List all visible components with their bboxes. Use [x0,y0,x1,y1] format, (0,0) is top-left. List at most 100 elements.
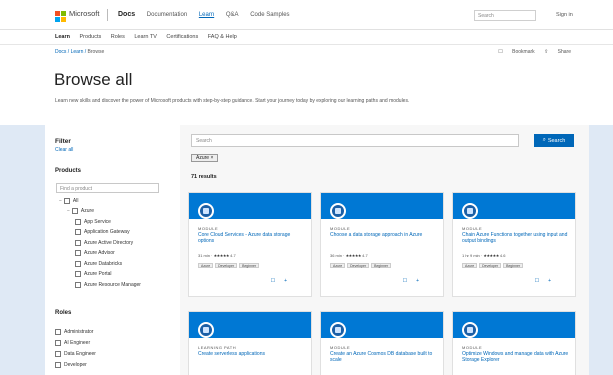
collapse-icon[interactable]: − [67,208,70,214]
card-title[interactable]: Core Cloud Services - Azure data storage… [198,232,306,244]
add-icon[interactable]: + [416,278,419,284]
card-meta: 31 min · ★★★★★ 4.7 [198,253,236,258]
card-tag[interactable]: Beginner [239,263,260,268]
bookmark-icon[interactable]: ☐ [271,278,275,284]
learning-card[interactable]: LEARNING PATH Create serverless applicati… [188,311,312,375]
bookmark-page-button[interactable]: ☐ Bookmark [498,49,534,55]
checkbox[interactable] [75,229,81,235]
product-filter-item[interactable]: Azure Portal [75,271,112,278]
clear-filters-link[interactable]: Clear all [55,147,73,153]
card-tag[interactable]: Developer [215,263,238,268]
collapse-icon[interactable]: − [59,198,62,204]
role-filter-item[interactable]: Developer [55,361,87,368]
role-filter-item[interactable]: AI Engineer [55,339,90,346]
card-tag[interactable]: Beginner [503,263,524,268]
card-meta: 36 min · ★★★★★ 4.7 [330,253,368,258]
card-type: LEARNING PATH [198,345,237,350]
card-rating: 4.7 [362,253,368,258]
checkbox[interactable] [55,328,61,335]
checkbox[interactable] [75,271,81,277]
bookmark-icon[interactable]: ☐ [535,278,539,284]
product-filter-item[interactable]: − Azure [67,208,94,215]
nav-code-samples[interactable]: Code Samples [250,12,289,18]
header-search-input[interactable]: Search [474,10,536,21]
page-hero: Docs / Learn / Browse ☐ Bookmark ⇪ Share… [0,45,613,125]
card-title[interactable]: Create serverless applications [198,351,306,357]
checkbox[interactable] [55,361,61,368]
nav-documentation[interactable]: Documentation [147,12,187,18]
checkbox[interactable] [75,281,81,288]
checkbox[interactable] [55,350,61,357]
card-tag[interactable]: Azure [330,263,346,268]
product-filter-item[interactable]: Azure Active Directory [75,239,133,246]
role-label: Data Engineer [64,350,96,357]
product-search-input[interactable]: Find a product [56,183,159,193]
card-title[interactable]: Choose a data storage approach in Azure [330,232,438,238]
checkbox[interactable] [63,197,70,204]
product-filter-item[interactable]: Azure Resource Manager [75,281,141,288]
card-tag[interactable]: Azure [198,263,214,268]
subnav-learn-tv[interactable]: Learn TV [134,34,157,40]
product-filter-item[interactable]: Azure Advisor [75,250,115,257]
card-banner [453,193,575,219]
add-icon[interactable]: + [284,278,287,284]
card-title[interactable]: Optimize Windows and manage data with Az… [462,351,570,363]
product-filter-item[interactable]: − All [59,197,78,204]
product-label: App Service [84,218,111,225]
checkbox[interactable] [75,260,81,267]
bookmark-icon[interactable]: ☐ [403,278,407,284]
product-filter-item[interactable]: App Service [75,218,111,225]
card-type: MODULE [462,345,483,350]
subnav-certifications[interactable]: Certifications [166,34,198,40]
card-tag[interactable]: Developer [347,263,370,268]
product-filter-item[interactable]: Azure Databricks [75,260,122,267]
learning-card[interactable]: MODULE Create an Azure Cosmos DB database… [320,311,444,375]
product-filter-item[interactable]: Application Gateway [75,229,130,236]
card-type: MODULE [330,345,351,350]
brand-name[interactable]: Microsoft [69,9,99,18]
module-badge-icon [330,322,346,338]
nav-learn[interactable]: Learn [199,12,214,18]
role-filter-item[interactable]: Data Engineer [55,350,96,357]
checkbox[interactable] [75,250,81,256]
share-page-button[interactable]: ⇪ Share [544,49,571,55]
nav-docs[interactable]: Docs [118,11,135,18]
card-title[interactable]: Create an Azure Cosmos DB database built… [330,351,438,363]
role-filter-item[interactable]: Administrator [55,328,93,335]
subnav-products[interactable]: Products [80,34,102,40]
card-title[interactable]: Chain Azure Functions together using inp… [462,232,570,244]
breadcrumb-learn[interactable]: Learn [71,49,84,55]
checkbox[interactable] [75,218,81,225]
rating-stars-icon: ★★★★★ [345,253,362,258]
active-filter-chip[interactable]: Azure × [191,154,219,162]
card-rating: 4.7 [230,253,236,258]
card-tag[interactable]: Beginner [371,263,392,268]
search-input[interactable]: Search [191,134,519,147]
subnav-roles[interactable]: Roles [111,34,125,40]
sign-in-link[interactable]: Sign in [556,12,573,18]
card-rating: 4.6 [499,253,506,258]
checkbox[interactable] [75,239,81,246]
product-label: Azure Portal [84,271,112,277]
learning-card[interactable]: MODULE Chain Azure Functions together usi… [452,192,576,297]
subnav-faq[interactable]: FAQ & Help [208,34,237,40]
subnav-learn[interactable]: Learn [55,34,70,40]
learning-card[interactable]: MODULE Choose a data storage approach in … [320,192,444,297]
page-actions: ☐ Bookmark ⇪ Share [490,49,571,55]
breadcrumb-docs[interactable]: Docs [55,49,66,55]
products-heading: Products [55,168,82,174]
add-icon[interactable]: + [548,278,551,284]
microsoft-logo-icon[interactable] [55,11,66,22]
product-label: Azure Advisor [84,250,115,256]
card-tag[interactable]: Developer [479,263,502,268]
nav-qa[interactable]: Q&A [226,12,239,18]
bookmark-label: Bookmark [512,49,535,55]
learning-card[interactable]: MODULE Optimize Windows and manage data w… [452,311,576,375]
checkbox[interactable] [71,208,78,214]
learning-card[interactable]: MODULE Core Cloud Services - Azure data s… [188,192,312,297]
search-button[interactable]: ⌕ Search [534,134,574,147]
checkbox[interactable] [55,339,61,346]
card-banner [189,312,311,338]
card-duration: 1 hr 9 min [462,253,480,258]
card-tag[interactable]: Azure [462,263,478,268]
